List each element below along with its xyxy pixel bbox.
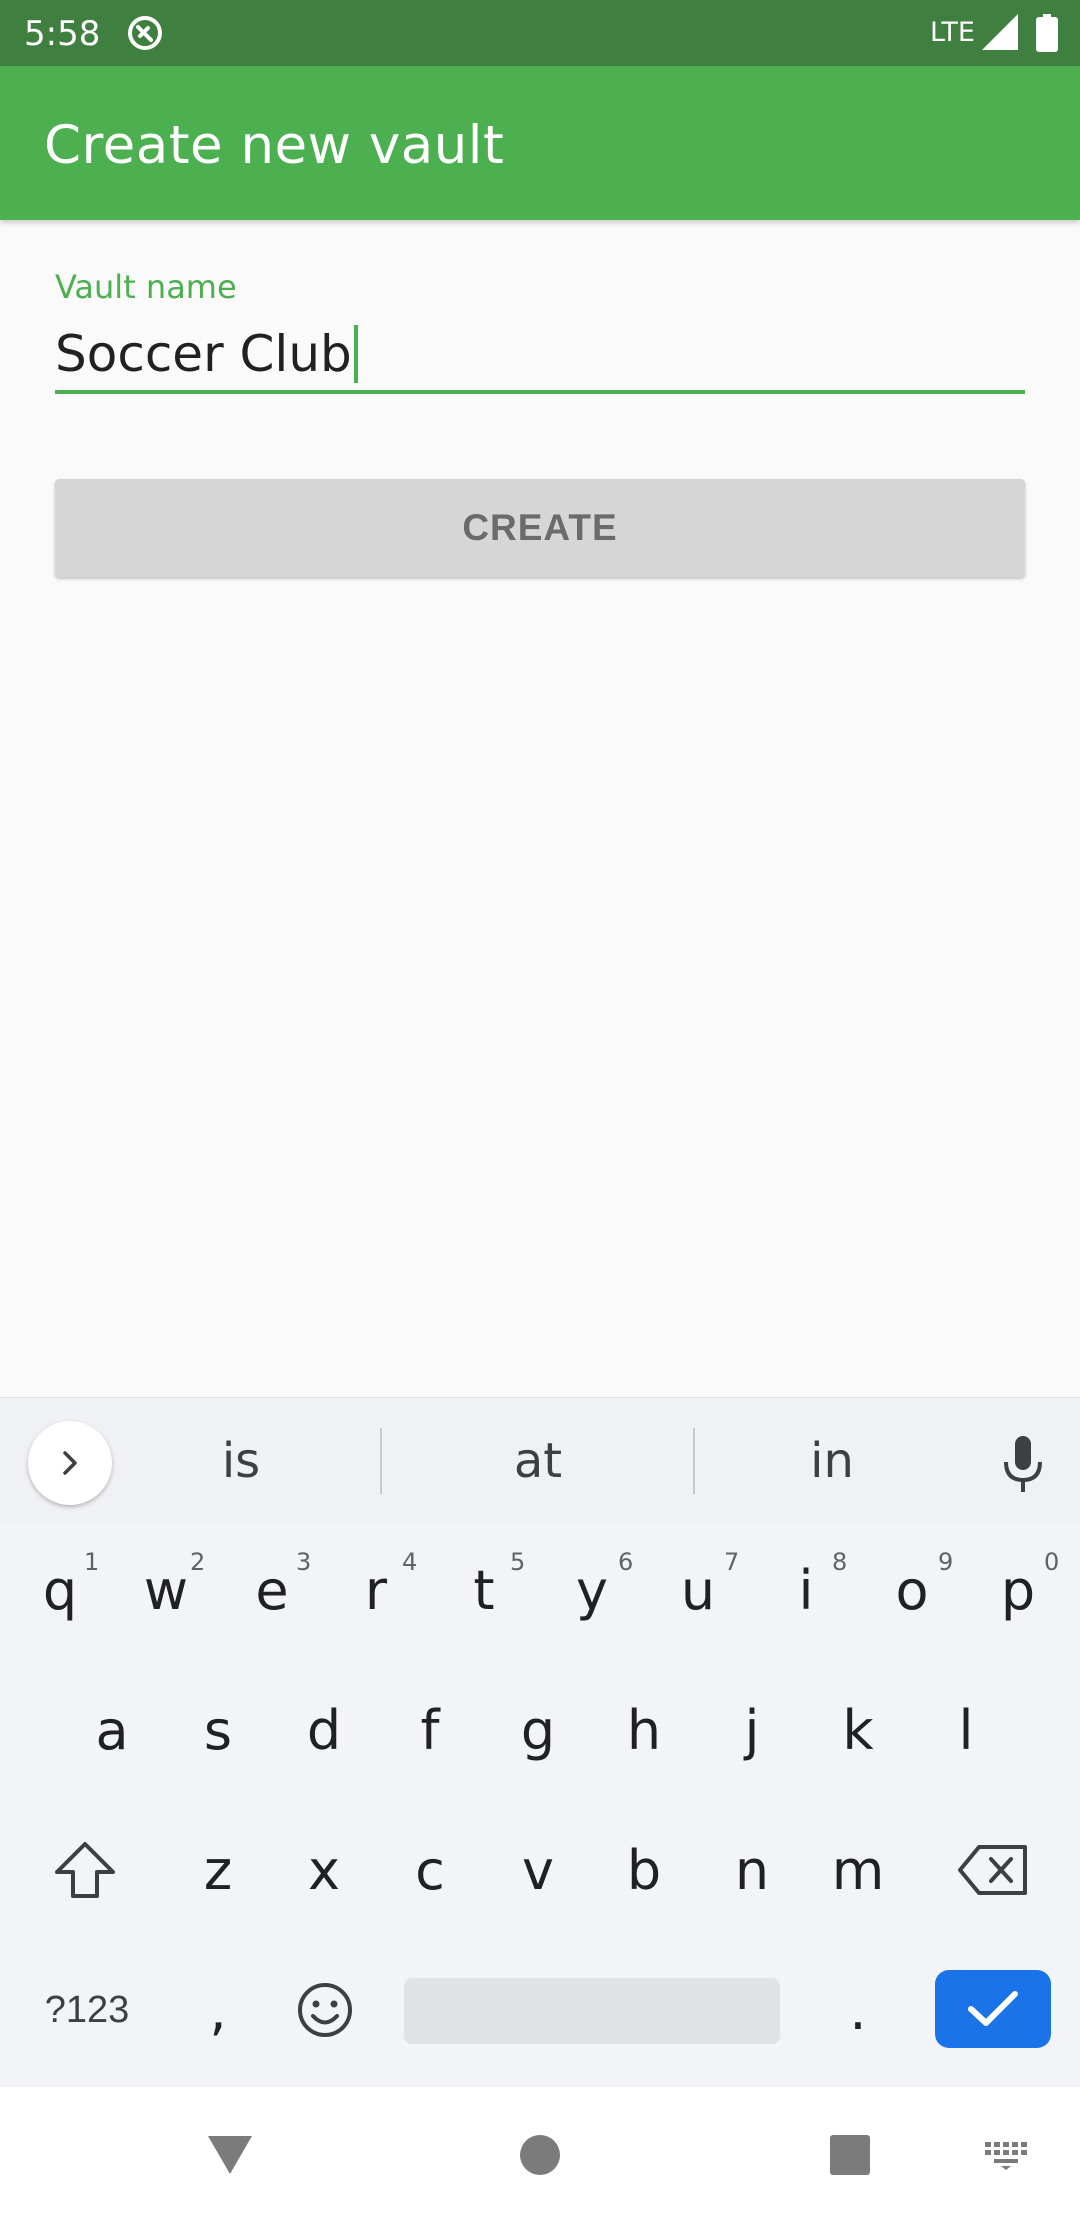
suggestion-1[interactable]: is bbox=[140, 1398, 342, 1524]
key-hint: 7 bbox=[724, 1548, 740, 1576]
key-k[interactable]: k bbox=[816, 1678, 900, 1782]
suggestion-2[interactable]: at bbox=[438, 1398, 638, 1524]
shift-icon bbox=[55, 1842, 115, 1898]
chevron-right-icon bbox=[63, 1451, 77, 1475]
keyboard-switch-icon bbox=[985, 2142, 1027, 2170]
expand-toolbar-button[interactable] bbox=[28, 1421, 112, 1505]
status-time: 5:58 bbox=[24, 14, 101, 54]
emoji-icon bbox=[298, 1983, 352, 2037]
key-hint: 4 bbox=[402, 1548, 418, 1576]
app-bar: Create new vault bbox=[0, 66, 1080, 220]
key-hint: 3 bbox=[296, 1548, 312, 1576]
vault-name-input[interactable]: Soccer Club bbox=[55, 318, 1025, 394]
key-f[interactable]: f bbox=[388, 1678, 472, 1782]
key-hint: 0 bbox=[1044, 1548, 1060, 1576]
key-s[interactable]: s bbox=[176, 1678, 260, 1782]
create-button[interactable]: CREATE bbox=[55, 479, 1025, 577]
symbols-key[interactable]: ?123 bbox=[30, 1970, 144, 2050]
key-a[interactable]: a bbox=[70, 1678, 154, 1782]
soft-keyboard: is at in q 1 w 2 e 3 r 4 t 5 y 6 u 7 i 8… bbox=[0, 1397, 1080, 2087]
home-button[interactable] bbox=[510, 2125, 570, 2185]
key-n[interactable]: n bbox=[710, 1818, 794, 1922]
key-j[interactable]: j bbox=[710, 1678, 794, 1782]
back-icon bbox=[208, 2136, 252, 2174]
key-hint: 9 bbox=[938, 1548, 954, 1576]
suggestion-bar: is at in bbox=[0, 1398, 1080, 1524]
key-m[interactable]: m bbox=[816, 1818, 900, 1922]
backspace-key[interactable] bbox=[948, 1818, 1038, 1922]
battery-icon bbox=[1036, 14, 1058, 52]
suggestion-divider bbox=[693, 1428, 695, 1494]
key-hint: 1 bbox=[84, 1548, 100, 1576]
signal-icon bbox=[982, 14, 1018, 50]
network-type: LTE bbox=[930, 17, 975, 48]
status-bar: 5:58 LTE bbox=[0, 0, 1080, 66]
key-c[interactable]: c bbox=[388, 1818, 472, 1922]
key-l[interactable]: l bbox=[924, 1678, 1008, 1782]
backspace-icon bbox=[958, 1845, 1027, 1895]
keyboard-switch-button[interactable] bbox=[976, 2125, 1036, 2185]
back-button[interactable] bbox=[200, 2125, 260, 2185]
key-hint: 2 bbox=[190, 1548, 206, 1576]
recents-button[interactable] bbox=[820, 2125, 880, 2185]
key-d[interactable]: d bbox=[282, 1678, 366, 1782]
key-hint: 8 bbox=[832, 1548, 848, 1576]
text-cursor bbox=[353, 325, 358, 383]
suggestion-divider bbox=[380, 1428, 382, 1494]
microphone-icon[interactable] bbox=[998, 1434, 1048, 1494]
page-title: Create new vault bbox=[44, 115, 505, 176]
recents-icon bbox=[830, 2135, 870, 2175]
space-key[interactable] bbox=[404, 1978, 780, 2044]
key-v[interactable]: v bbox=[496, 1818, 580, 1922]
period-key[interactable]: . bbox=[820, 1964, 896, 2056]
key-h[interactable]: h bbox=[602, 1678, 686, 1782]
key-hint: 6 bbox=[618, 1548, 634, 1576]
vault-name-label: Vault name bbox=[55, 268, 237, 306]
key-b[interactable]: b bbox=[602, 1818, 686, 1922]
checkmark-icon bbox=[968, 1991, 1018, 2026]
home-icon bbox=[520, 2135, 560, 2175]
key-hint: 5 bbox=[510, 1548, 526, 1576]
vault-name-value: Soccer Club bbox=[55, 325, 352, 383]
key-g[interactable]: g bbox=[496, 1678, 580, 1782]
app-notification-icon bbox=[128, 16, 162, 50]
shift-key[interactable] bbox=[42, 1818, 128, 1922]
key-x[interactable]: x bbox=[282, 1818, 366, 1922]
suggestion-3[interactable]: in bbox=[732, 1398, 932, 1524]
comma-key[interactable]: , bbox=[180, 1964, 256, 2056]
emoji-key[interactable] bbox=[284, 1970, 366, 2050]
enter-key[interactable] bbox=[935, 1970, 1051, 2048]
key-z[interactable]: z bbox=[176, 1818, 260, 1922]
navigation-bar bbox=[0, 2087, 1080, 2220]
